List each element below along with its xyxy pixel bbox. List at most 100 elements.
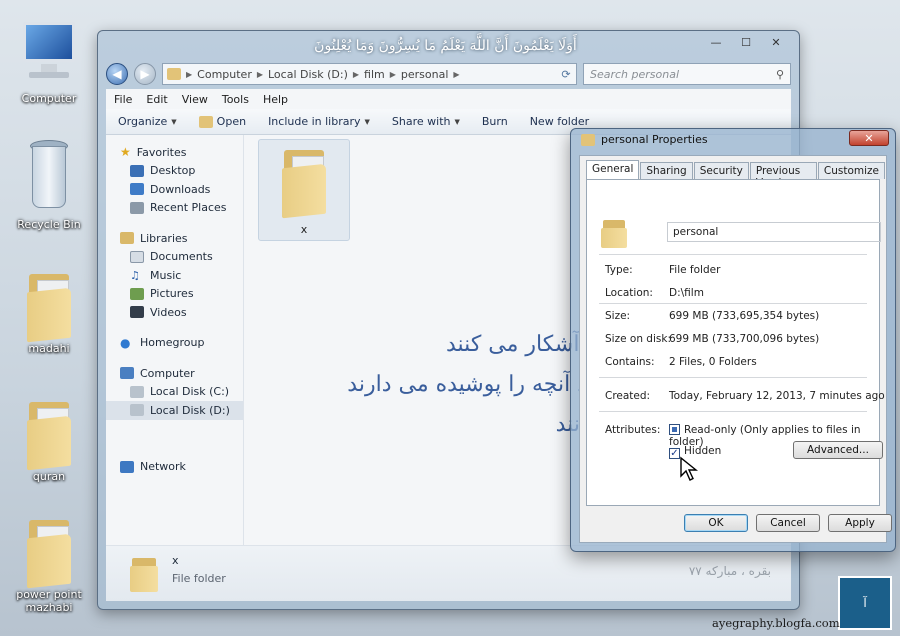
nav-music[interactable]: ♫ Music: [106, 266, 243, 285]
cancel-button[interactable]: Cancel: [756, 514, 820, 532]
navigation-bar: ◀ ▶ ▶ Computer ▶ Local Disk (D:) ▶ film …: [106, 61, 791, 87]
folder-icon: [23, 516, 75, 589]
minimize-button[interactable]: —: [701, 33, 731, 51]
navigation-pane: ★ Favorites Desktop Downloads Recent Plac…: [106, 135, 244, 547]
details-type: File folder: [172, 572, 226, 585]
breadcrumb-local-disk-d[interactable]: Local Disk (D:): [268, 68, 348, 81]
readonly-checkbox[interactable]: [669, 424, 680, 435]
maximize-button[interactable]: ☐: [731, 33, 761, 51]
folder-icon: [278, 146, 330, 219]
breadcrumb-personal[interactable]: personal: [401, 68, 449, 81]
menu-help[interactable]: Help: [263, 93, 288, 106]
dialog-close-button[interactable]: ✕: [849, 130, 889, 146]
chevron-down-icon: ▼: [364, 117, 370, 126]
properties-dialog: personal Properties ✕ General Sharing Se…: [570, 128, 896, 552]
created-value: Today, February 12, 2013, 7 minutes ago: [669, 390, 885, 402]
quran-verse-banner: أَوَلَا يَعْلَمُونَ أَنَّ اللَّهَ يَعْلَ…: [314, 38, 577, 54]
tab-sharing[interactable]: Sharing: [640, 162, 693, 179]
computer-icon: [120, 367, 134, 380]
search-input[interactable]: Search personal ⚲: [583, 63, 791, 85]
ok-button[interactable]: OK: [684, 514, 748, 532]
title-bar[interactable]: أَوَلَا يَعْلَمُونَ أَنَّ اللَّهَ يَعْلَ…: [98, 31, 799, 59]
desktop-icon-power-point-mazhabi[interactable]: power point mazhabi: [4, 516, 94, 614]
computer-icon: [17, 18, 81, 90]
tab-security[interactable]: Security: [693, 162, 749, 179]
desktop-icon-quran[interactable]: quran: [4, 398, 94, 483]
advanced-button[interactable]: Advanced...: [793, 441, 883, 459]
location-label: Location:: [605, 287, 653, 299]
details-pane: x File folder بقره ، مبارکه ۷۷: [106, 545, 791, 601]
tab-customize[interactable]: Customize: [817, 162, 885, 179]
folder-icon: [130, 554, 160, 592]
nav-homegroup[interactable]: ● Homegroup: [106, 334, 243, 353]
forward-button[interactable]: ▶: [134, 63, 156, 85]
tab-general[interactable]: General: [586, 160, 640, 179]
menu-edit[interactable]: Edit: [146, 93, 167, 106]
back-button[interactable]: ◀: [106, 63, 128, 85]
tab-previous-versions[interactable]: Previous Versions: [749, 162, 817, 189]
nav-downloads[interactable]: Downloads: [106, 180, 243, 199]
share-with-button[interactable]: Share with ▼: [392, 115, 460, 128]
close-button[interactable]: ✕: [761, 33, 791, 51]
desktop-icon-recycle-bin[interactable]: Recycle Bin: [4, 136, 94, 231]
folder-icon: [167, 68, 181, 80]
nav-local-disk-d[interactable]: Local Disk (D:): [106, 401, 243, 420]
open-button[interactable]: Open: [198, 115, 246, 128]
recent-places-icon: [130, 201, 144, 214]
nav-favorites[interactable]: ★ Favorites: [106, 143, 243, 162]
nav-documents[interactable]: Documents: [106, 248, 243, 267]
folder-name-field[interactable]: personal: [667, 222, 881, 242]
libraries-icon: [120, 232, 134, 245]
folder-open-icon: [198, 115, 213, 128]
type-label: Type:: [605, 264, 633, 276]
drive-icon: [130, 404, 144, 417]
breadcrumb-film[interactable]: film: [364, 68, 385, 81]
location-value: D:\film: [669, 287, 704, 299]
apply-button[interactable]: Apply: [828, 514, 892, 532]
breadcrumb-computer[interactable]: Computer: [197, 68, 252, 81]
file-item-x[interactable]: x: [258, 139, 350, 241]
folder-icon: [601, 218, 629, 248]
nav-libraries[interactable]: Libraries: [106, 229, 243, 248]
new-folder-button[interactable]: New folder: [530, 115, 589, 128]
nav-local-disk-c[interactable]: Local Disk (C:): [106, 383, 243, 402]
menu-bar: File Edit View Tools Help: [106, 89, 791, 109]
nav-network[interactable]: Network: [106, 458, 243, 477]
recycle-bin-icon: [24, 136, 74, 216]
size-value: 699 MB (733,695,354 bytes): [669, 310, 820, 322]
dialog-body: General Sharing Security Previous Versio…: [579, 155, 892, 543]
burn-button[interactable]: Burn: [482, 115, 508, 128]
created-label: Created:: [605, 390, 651, 402]
chevron-down-icon: ▼: [171, 117, 177, 126]
dialog-title-bar[interactable]: personal Properties: [581, 133, 708, 146]
star-icon: ★: [120, 145, 131, 160]
desktop-icon-madahi[interactable]: madahi: [4, 270, 94, 355]
videos-icon: [130, 306, 144, 319]
menu-file[interactable]: File: [114, 93, 132, 106]
nav-recent-places[interactable]: Recent Places: [106, 199, 243, 218]
file-item-label: x: [300, 223, 308, 236]
site-url: ayegraphy.blogfa.com: [712, 616, 840, 630]
nav-pictures[interactable]: Pictures: [106, 285, 243, 304]
desktop-icon-label: madahi: [28, 342, 70, 355]
search-placeholder: Search personal: [590, 67, 680, 81]
desktop-icon: [130, 164, 144, 177]
documents-icon: [130, 250, 144, 263]
menu-tools[interactable]: Tools: [222, 93, 249, 106]
refresh-icon[interactable]: ⟳: [556, 68, 576, 81]
homegroup-icon: ●: [120, 335, 131, 350]
organize-button[interactable]: Organize ▼: [118, 115, 177, 128]
nav-desktop[interactable]: Desktop: [106, 162, 243, 181]
ayegraphy-logo: آ: [838, 576, 892, 630]
nav-computer[interactable]: Computer: [106, 364, 243, 383]
nav-videos[interactable]: Videos: [106, 303, 243, 322]
desktop-icon-label: Computer: [21, 92, 77, 105]
menu-view[interactable]: View: [182, 93, 208, 106]
details-verse-reference: بقره ، مبارکه ۷۷: [688, 564, 771, 578]
attributes-label: Attributes:: [605, 424, 661, 436]
address-bar[interactable]: ▶ Computer ▶ Local Disk (D:) ▶ film ▶ pe…: [162, 63, 577, 85]
music-icon: ♫: [130, 268, 140, 282]
desktop-icon-computer[interactable]: Computer: [4, 18, 94, 105]
include-in-library-button[interactable]: Include in library ▼: [268, 115, 370, 128]
drive-icon: [130, 385, 144, 398]
